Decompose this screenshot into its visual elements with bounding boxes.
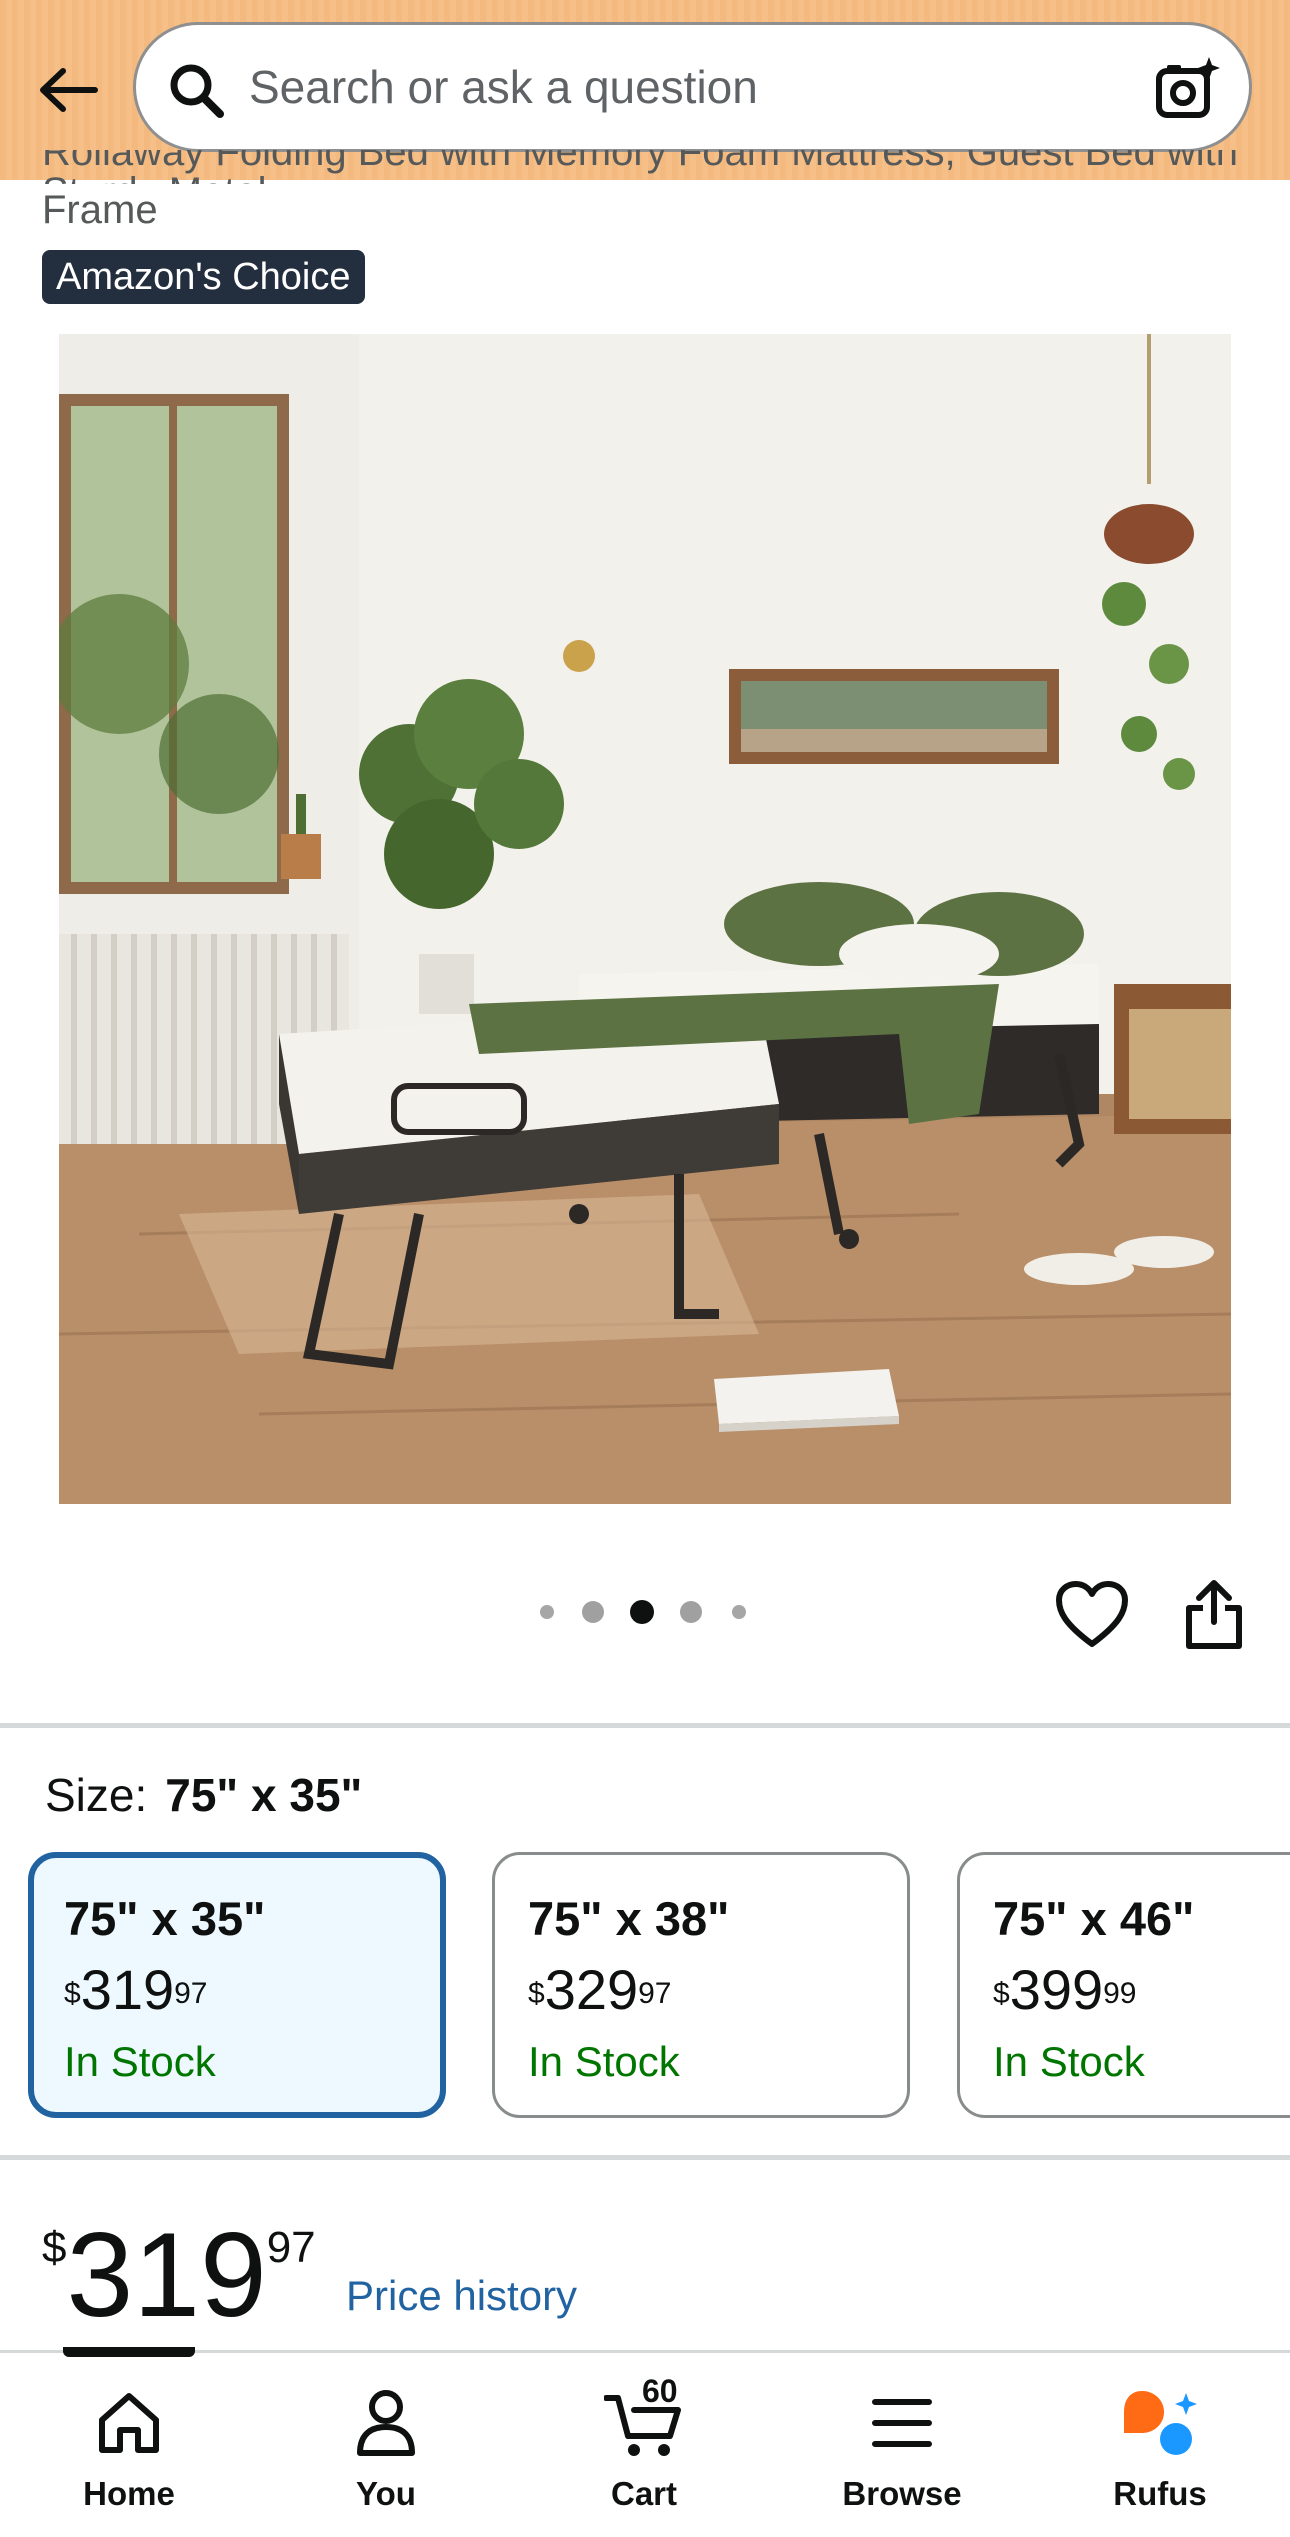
- size-option-75x38[interactable]: 75" x 38" $32997 In Stock: [492, 1852, 910, 2118]
- rufus-icon: [1124, 2391, 1197, 2455]
- product-title-end: Frame: [42, 188, 158, 232]
- size-selected-value: 75" x 35": [165, 1769, 363, 1821]
- carousel-dot-1[interactable]: [540, 1605, 554, 1619]
- product-page: Search or ask a question Rollaway Foldin…: [0, 0, 1290, 2537]
- image-carousel-dots[interactable]: [540, 1600, 746, 1624]
- heart-icon[interactable]: [1055, 1580, 1129, 1650]
- main-price: $31997: [42, 2208, 316, 2342]
- size-option-title: 75" x 46": [993, 1892, 1195, 1945]
- section-divider: [0, 2155, 1290, 2160]
- nav-you-label: You: [356, 2475, 416, 2512]
- nav-rufus-label: Rufus: [1113, 2475, 1207, 2512]
- nav-home[interactable]: Home: [29, 2383, 229, 2513]
- nav-browse[interactable]: Browse: [802, 2383, 1002, 2513]
- bed-photo-illustration: [59, 334, 1231, 1504]
- size-option-75x46[interactable]: 75" x 46" $39999 In Stock: [957, 1852, 1290, 2118]
- nav-browse-label: Browse: [842, 2475, 962, 2512]
- search-input[interactable]: Search or ask a question: [133, 22, 1252, 152]
- nav-active-indicator: [63, 2347, 195, 2357]
- back-arrow-icon: [40, 68, 98, 112]
- search-placeholder: Search or ask a question: [249, 61, 758, 113]
- size-option-75x35[interactable]: 75" x 35" $31997 In Stock: [28, 1852, 446, 2118]
- nav-rufus[interactable]: Rufus: [1060, 2383, 1260, 2513]
- amazons-choice-badge: Amazon's Choice: [42, 250, 365, 304]
- home-icon: [99, 2393, 159, 2453]
- size-option-price: $39999: [993, 1958, 1137, 2021]
- size-label-text: Size:: [45, 1769, 148, 1821]
- carousel-dot-2[interactable]: [582, 1601, 604, 1623]
- size-option-price: $32997: [528, 1958, 672, 2021]
- nav-home-label: Home: [83, 2475, 175, 2512]
- size-option-title: 75" x 35": [64, 1892, 266, 1945]
- size-option-stock: In Stock: [64, 2038, 216, 2085]
- cart-count-badge: 60: [642, 2373, 678, 2409]
- size-option-stock: In Stock: [993, 2038, 1145, 2085]
- bottom-navigation: Home You 60 Cart Browse Rufus: [0, 2347, 1290, 2537]
- nav-cart[interactable]: 60 Cart: [544, 2373, 744, 2513]
- size-option-title: 75" x 38": [528, 1892, 730, 1945]
- size-option-price: $31997: [64, 1958, 208, 2021]
- nav-cart-label: Cart: [610, 2475, 678, 2512]
- size-option-stock: In Stock: [528, 2038, 680, 2085]
- carousel-dot-4[interactable]: [680, 1601, 702, 1623]
- carousel-dot-3-active[interactable]: [630, 1600, 654, 1624]
- product-image[interactable]: [59, 334, 1231, 1504]
- back-button[interactable]: [28, 55, 108, 125]
- search-icon: [170, 64, 224, 118]
- price-history-link[interactable]: Price history: [346, 2272, 577, 2320]
- product-title-cut: Rollaway Folding Bed with Memory Foam Ma…: [42, 150, 1238, 184]
- carousel-dot-5[interactable]: [732, 1605, 746, 1619]
- camera-sparkle-icon[interactable]: [1153, 55, 1221, 123]
- section-divider: [0, 1723, 1290, 1728]
- person-icon: [357, 2390, 415, 2456]
- nav-you[interactable]: You: [286, 2383, 486, 2513]
- menu-icon: [872, 2399, 932, 2447]
- share-icon[interactable]: [1183, 1578, 1245, 1650]
- size-label: Size: 75" x 35": [45, 1768, 362, 1822]
